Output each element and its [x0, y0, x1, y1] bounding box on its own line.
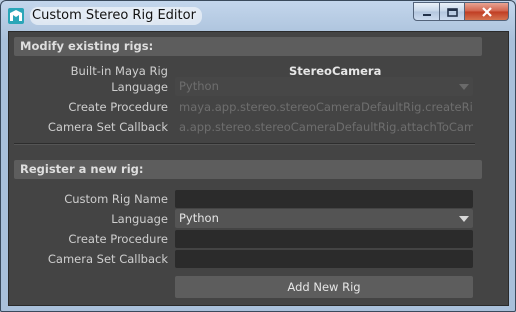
register-create-proc-input[interactable] [175, 230, 473, 248]
add-new-rig-button[interactable]: Add New Rig [175, 276, 473, 298]
builtin-rig-value: StereoCamera [289, 64, 382, 78]
register-language-value: Python [179, 211, 219, 225]
register-language-label: Language [111, 212, 168, 226]
rig-name-label: Custom Rig Name [64, 192, 168, 206]
maximize-icon [446, 2, 458, 21]
title-bar[interactable]: Custom Stereo Rig Editor [1, 1, 515, 31]
minimize-button[interactable] [413, 2, 440, 21]
window-title: Custom Stereo Rig Editor [30, 7, 202, 25]
modify-section-header[interactable]: Modify existing rigs: [14, 37, 482, 56]
modify-language-value: Python [179, 79, 219, 93]
register-section-header[interactable]: Register a new rig: [14, 160, 482, 179]
rig-name-input[interactable] [175, 190, 473, 208]
modify-callback-label: Camera Set Callback [47, 120, 168, 134]
modify-callback-field[interactable]: a.app.stereo.stereoCameraDefaultRig.atta… [175, 118, 473, 136]
chevron-down-icon [455, 209, 473, 228]
modify-language-label: Language [111, 80, 168, 94]
editor-panel: Modify existing rigs: Built-in Maya Rig … [8, 31, 509, 306]
register-callback-input[interactable] [175, 250, 473, 268]
register-create-proc-label: Create Procedure [68, 232, 168, 246]
maya-app-icon [8, 8, 24, 24]
builtin-rig-label: Built-in Maya Rig [70, 64, 168, 78]
minimize-icon [422, 2, 432, 21]
close-icon [481, 2, 493, 21]
maximize-button[interactable] [440, 2, 465, 21]
modify-create-proc-field[interactable]: maya.app.stereo.stereoCameraDefaultRig.c… [175, 98, 473, 116]
close-button[interactable] [465, 2, 509, 21]
panel-scroll-area [483, 32, 508, 305]
modify-language-select[interactable]: Python [175, 77, 473, 96]
register-callback-label: Camera Set Callback [47, 252, 168, 266]
chevron-down-icon [455, 77, 473, 96]
section-divider [14, 143, 475, 145]
modify-create-proc-label: Create Procedure [68, 100, 168, 114]
register-language-select[interactable]: Python [175, 209, 473, 228]
editor-window: Custom Stereo Rig Editor Modify existing… [0, 0, 516, 312]
